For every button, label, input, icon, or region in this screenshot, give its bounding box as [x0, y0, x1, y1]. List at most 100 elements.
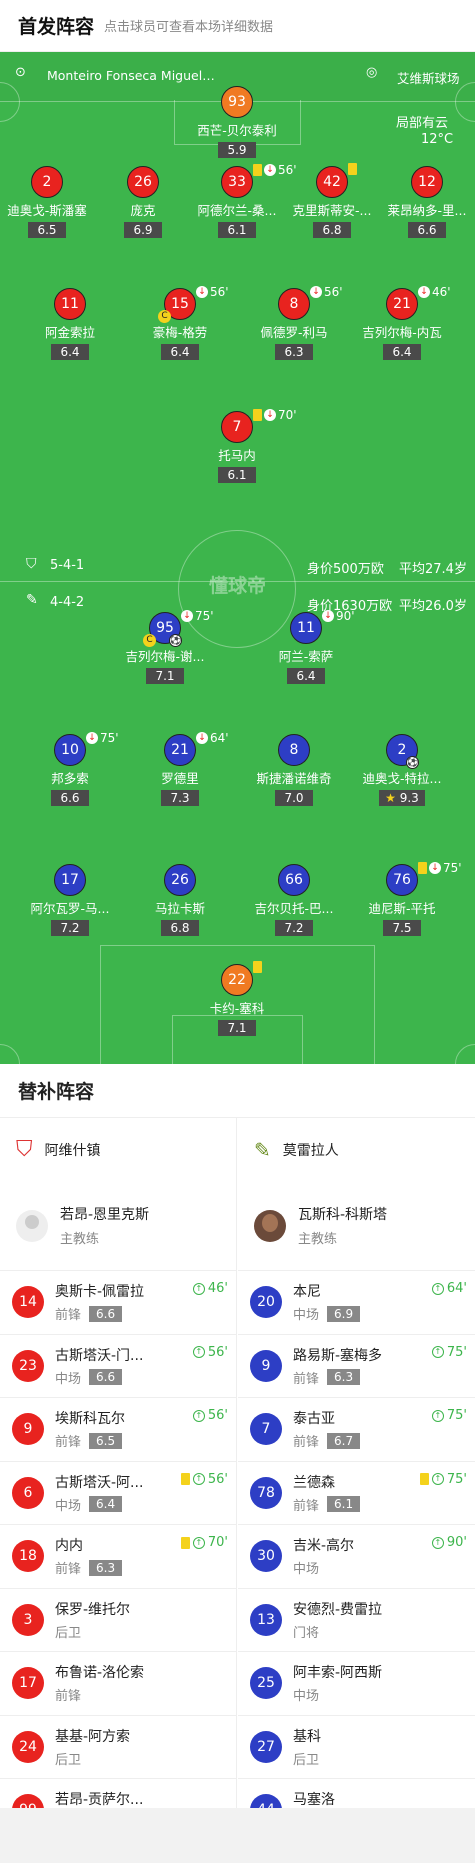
player-rating: 7.1 [218, 1020, 256, 1036]
sub-player-row[interactable]: 9 埃斯科瓦尔 前锋 6.5 ↑ 56' [0, 1398, 236, 1462]
goal-ball-icon: ⚽ [406, 756, 419, 769]
player-position: 前锋 [55, 1689, 82, 1705]
sub-minute: 56' [207, 1408, 228, 1423]
jersey-number: 9 [12, 1413, 44, 1446]
sub-player-row[interactable]: 14 奥斯卡-佩雷拉 前锋 6.6 ↑ 46' [0, 1271, 236, 1335]
away-player[interactable]: 10 ↓ 75' 邦多索 6.6 [20, 731, 120, 806]
sub-player-row[interactable]: 6 古斯塔沃-阿... 中场 6.4 ↑ 56' [0, 1462, 236, 1525]
away-player[interactable]: 76 ↓ 75' 迪尼斯-平托 7.5 [352, 861, 462, 936]
sub-event: ↑ 70' [180, 1535, 228, 1550]
sub-player-row[interactable]: 3 保罗-维托尔 后卫 [0, 1589, 236, 1652]
home-player[interactable]: 93 西芒-贝尔泰利 5.9 [187, 86, 287, 158]
away-player[interactable]: 26 马拉卡斯 6.8 [130, 864, 230, 936]
sub-player-row[interactable]: 7 泰古亚 前锋 6.7 ↑ 75' [238, 1398, 475, 1462]
away-player[interactable]: 21 ↓ 64' 罗德里 7.3 [130, 731, 230, 806]
rating-value: 6.6 [60, 791, 80, 805]
home-player[interactable]: 15 C ↓ 56' 豪梅-格劳 6.4 [130, 285, 230, 360]
player-events: ↓ 56' [196, 285, 229, 299]
home-player[interactable]: 8 ↓ 56' 佩德罗-利马 6.3 [244, 285, 344, 360]
home-player[interactable]: 26 庞克 6.9 [93, 166, 193, 238]
player-rating: 6.4 [51, 344, 89, 360]
sub-off-icon: ↓ [429, 862, 441, 874]
rating-value: 7.3 [170, 791, 190, 805]
sub-off-icon: ↓ [181, 610, 193, 622]
player-name: 阿金索拉 [44, 325, 95, 340]
away-team-logo-icon: ✎ [26, 592, 38, 608]
sub-player-row[interactable]: 24 基基-阿方索 后卫 [0, 1716, 236, 1779]
sub-player-row[interactable]: 17 布鲁诺-洛伦索 前锋 [0, 1652, 236, 1716]
sub-player-info: 路易斯-塞梅多 前锋 6.3 [293, 1345, 382, 1387]
rating-value: 7.1 [227, 1021, 247, 1035]
jersey-number: 7 [221, 411, 253, 443]
home-player[interactable]: 7 ↓ 70' 托马内 6.1 [187, 408, 297, 483]
player-name: 庞克 [130, 203, 156, 218]
sub-on-icon: ↑ [192, 1473, 205, 1485]
sub-player-row[interactable]: 18 内内 前锋 6.3 ↑ 70' [0, 1525, 236, 1589]
home-player[interactable]: 2 迪奥戈-斯潘塞 6.5 [0, 166, 97, 238]
sub-player-row[interactable]: 27 基科 后卫 [238, 1716, 475, 1779]
jersey-number: 21 [164, 734, 196, 766]
home-player[interactable]: 42 克里斯蒂安-... 6.8 [282, 163, 382, 238]
sub-player-row[interactable]: 9 路易斯-塞梅多 前锋 6.3 ↑ 75' [238, 1335, 475, 1398]
home-coach[interactable]: 若昂-恩里克斯 主教练 [0, 1181, 236, 1271]
away-player[interactable]: 11 ↓ 90' 阿兰-索萨 6.4 [256, 609, 356, 684]
jersey-number: 10 [54, 734, 86, 766]
home-player[interactable]: 21 ↓ 46' 吉列尔梅-内瓦 6.4 [352, 285, 452, 360]
jersey-number: 14 [12, 1286, 44, 1319]
yellow-card-icon [180, 1536, 190, 1549]
player-position: 后卫 [55, 1625, 82, 1641]
jersey-number: 3 [12, 1603, 44, 1636]
away-player[interactable]: 17 阿尔瓦罗-马... 7.2 [20, 864, 120, 936]
sub-player-row[interactable]: 13 安德烈-费雷拉 门将 [238, 1589, 475, 1652]
referee-name: Monteiro Fonseca Miguel ... [47, 68, 217, 83]
jersey-number: 42 [316, 166, 348, 198]
player-rating: 6.4 [383, 344, 421, 360]
sub-player-row[interactable]: 23 古斯塔沃-门... 中场 6.6 ↑ 56' [0, 1335, 236, 1398]
away-player[interactable]: 2 ⚽ 迪奥戈-特拉... ★ 9.3 [352, 734, 452, 806]
sub-event: ↑ 56' [192, 1345, 228, 1360]
sub-player-row[interactable]: 20 本尼 中场 6.9 ↑ 64' [238, 1271, 475, 1335]
player-rating: 6.5 [28, 222, 66, 238]
player-position-row: 前锋 6.1 [293, 1495, 361, 1514]
jersey-number: 66 [278, 864, 310, 896]
away-player[interactable]: 95 C ⚽ ↓ 75' 吉列尔梅-谢... 7.1 [115, 609, 215, 684]
away-team-logo-icon: ✎ [254, 1137, 271, 1162]
player-name: 布鲁诺-洛伦索 [55, 1665, 145, 1682]
jersey-number: 22 [221, 964, 253, 996]
sub-minute: 56' [210, 285, 229, 299]
jersey-number: 25 [250, 1667, 282, 1700]
sub-minute: 56' [324, 285, 343, 299]
rating-value: 5.9 [227, 143, 247, 157]
jersey-number: 26 [127, 166, 159, 198]
away-player[interactable]: 22 卡约-塞科 7.1 [187, 961, 287, 1036]
player-name: 吉尔贝托-巴... [254, 901, 334, 916]
sub-on-icon: ↑ [192, 1409, 205, 1422]
home-coach-role: 主教练 [60, 1232, 100, 1247]
away-team-header[interactable]: ✎ 莫雷拉人 [238, 1118, 475, 1181]
player-name: 阿尔瓦罗-马... [30, 901, 110, 916]
rating-value: 6.3 [284, 345, 304, 359]
sub-player-info: 基科 后卫 [293, 1726, 321, 1768]
sub-on-icon: ↑ [192, 1536, 205, 1549]
rating-value: 6.6 [417, 223, 437, 237]
away-coach[interactable]: 瓦斯科-科斯塔 主教练 [238, 1181, 475, 1271]
away-player[interactable]: 66 吉尔贝托-巴... 7.2 [244, 864, 344, 936]
player-name: 罗德里 [161, 771, 199, 786]
player-name: 奥斯卡-佩雷拉 [55, 1284, 145, 1301]
away-formation: 4-4-2 [50, 595, 85, 610]
player-name: 迪尼斯-平托 [368, 901, 436, 916]
sub-player-row[interactable]: 30 吉米-高尔 中场 ↑ 90' [238, 1525, 475, 1589]
away-player[interactable]: 8 斯捷潘诺维奇 7.0 [244, 734, 344, 806]
player-name: 西芒-贝尔泰利 [197, 123, 277, 138]
jersey-number: 17 [54, 864, 86, 896]
sub-minute: 75' [100, 731, 119, 745]
home-player[interactable]: 33 ↓ 56' 阿德尔兰-桑... 6.1 [187, 163, 297, 238]
sub-player-row[interactable]: 25 阿丰索-阿西斯 中场 [238, 1652, 475, 1716]
home-team-header[interactable]: ⛉ 阿维什镇 [0, 1118, 236, 1181]
sub-player-row[interactable]: 78 兰德森 前锋 6.1 ↑ 75' [238, 1462, 475, 1525]
weather-text: 局部有云 [396, 116, 449, 131]
sub-on-icon: ↑ [192, 1346, 205, 1358]
home-player[interactable]: 11 阿金索拉 6.4 [20, 288, 120, 360]
home-player[interactable]: 12 莱昂纳多-里... 6.6 [377, 166, 475, 238]
coach-avatar [254, 1209, 286, 1242]
